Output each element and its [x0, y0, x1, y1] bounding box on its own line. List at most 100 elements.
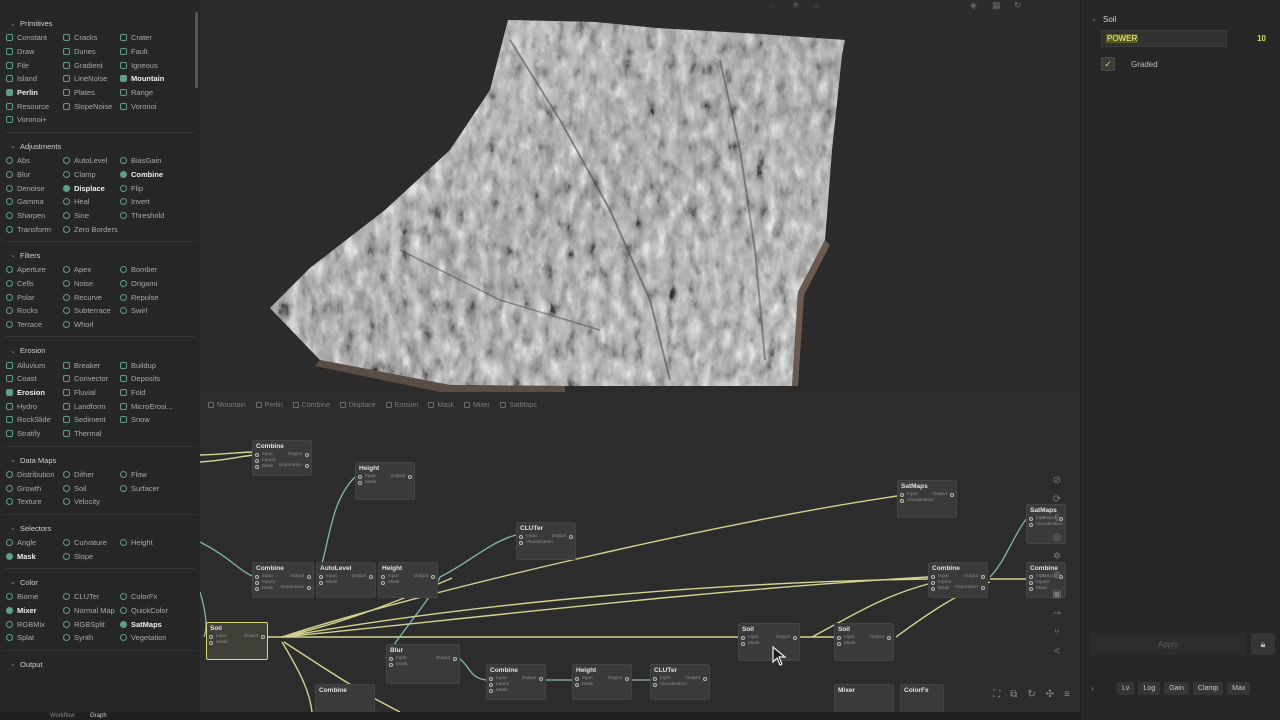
input-port[interactable]	[519, 541, 523, 545]
library-item[interactable]: Whorl	[63, 318, 120, 332]
library-item[interactable]: Heal	[63, 195, 120, 209]
graph-node-soil[interactable]: Soil Input Mask Output	[834, 623, 894, 661]
input-port[interactable]	[741, 642, 745, 646]
library-item[interactable]: Island	[6, 72, 63, 86]
input-port[interactable]	[255, 581, 259, 585]
input-port[interactable]	[1029, 581, 1033, 585]
graph-node-cluter[interactable]: CLUTer Input Visualization Output	[516, 522, 576, 560]
input-port[interactable]	[209, 641, 213, 645]
input-port[interactable]	[389, 657, 393, 661]
layers-icon[interactable]: ◈	[970, 0, 977, 11]
library-item[interactable]: CLUTer	[63, 590, 120, 604]
library-item[interactable]: Dither	[63, 468, 120, 482]
input-port[interactable]	[381, 581, 385, 585]
library-section-header[interactable]: ⌄ Primitives	[0, 16, 200, 31]
library-item[interactable]: Mixer	[6, 604, 63, 618]
network-icon[interactable]: ✣	[1046, 689, 1054, 700]
library-section-header[interactable]: ⌄ Output	[0, 657, 200, 672]
library-item[interactable]: Fluvial	[63, 386, 120, 400]
graph-node-combine[interactable]: Combine Input Input2 Mask Output Separation	[928, 562, 988, 598]
refresh-icon[interactable]: ↻	[1014, 0, 1022, 11]
terrain-render[interactable]	[200, 0, 1080, 392]
menu-icon[interactable]: ≡	[1064, 689, 1070, 700]
input-port[interactable]	[1029, 523, 1033, 527]
library-item[interactable]: Normal Map	[63, 604, 120, 618]
graph-tab[interactable]: Combine	[292, 398, 330, 412]
output-port[interactable]	[453, 657, 457, 661]
input-port[interactable]	[489, 683, 493, 687]
library-item[interactable]: Bomber	[120, 263, 186, 277]
library-item[interactable]: Gamma	[6, 195, 63, 209]
adjust-tab[interactable]: Gain	[1164, 682, 1189, 695]
node-graph[interactable]: Mountain Perlin Combine Displace Erosion Mask…	[200, 392, 1080, 712]
input-port[interactable]	[837, 636, 841, 640]
library-item[interactable]: Biome	[6, 590, 63, 604]
library-item[interactable]: Slope	[63, 549, 120, 563]
library-item[interactable]: Noise	[63, 277, 120, 291]
output-port[interactable]	[305, 464, 309, 468]
input-port[interactable]	[575, 677, 579, 681]
library-item[interactable]: File	[6, 58, 63, 72]
3d-viewport[interactable]: ◌ ✳ ○ ◈ ▦ ↻	[200, 0, 1080, 392]
graph-node-height[interactable]: Height Input Mask Output	[572, 664, 632, 700]
output-port[interactable]	[539, 677, 543, 681]
copy-icon[interactable]: ⧉	[1010, 689, 1017, 700]
output-port[interactable]	[793, 636, 797, 640]
input-port[interactable]	[931, 581, 935, 585]
library-item[interactable]: Landform	[63, 399, 120, 413]
library-item[interactable]: RockSlide	[6, 413, 63, 427]
library-item[interactable]: Recurve	[63, 290, 120, 304]
library-item[interactable]: Sharpen	[6, 209, 63, 223]
library-item[interactable]: QuickColor	[120, 604, 186, 618]
library-item[interactable]: Abs	[6, 154, 63, 168]
graph-node-cluter[interactable]: CLUTer Input Visualization Output	[650, 664, 710, 700]
output-port[interactable]	[431, 575, 435, 579]
power-value[interactable]: 10	[1257, 34, 1266, 43]
library-item[interactable]: RGBMix	[6, 617, 63, 631]
graph-node-combine[interactable]: Combine	[315, 684, 375, 712]
graph-node-soil[interactable]: Soil Input Mask Output	[738, 623, 800, 661]
library-item[interactable]: Displace	[63, 181, 120, 195]
library-scrollbar[interactable]	[195, 12, 198, 88]
library-item[interactable]: Repulse	[120, 290, 186, 304]
graph-tab[interactable]: Displace	[339, 398, 376, 412]
library-item[interactable]: Dunes	[63, 45, 120, 59]
target-icon[interactable]: ◎	[1050, 531, 1064, 544]
input-port[interactable]	[837, 642, 841, 646]
grid-icon[interactable]: ▦	[992, 0, 1001, 11]
input-port[interactable]	[931, 587, 935, 591]
pin-icon[interactable]: ⊸	[1050, 607, 1064, 620]
output-port[interactable]	[625, 677, 629, 681]
library-item[interactable]: Flow	[120, 468, 186, 482]
library-item[interactable]: Threshold	[120, 209, 186, 223]
graph-node-height[interactable]: Height Input Mask Output	[378, 562, 438, 598]
input-port[interactable]	[489, 677, 493, 681]
workflow-tab[interactable]: Workflow	[50, 713, 75, 719]
input-port[interactable]	[358, 481, 362, 485]
library-item[interactable]: SlopeNoise	[63, 99, 120, 113]
library-item[interactable]: Sediment	[63, 413, 120, 427]
graph-tab[interactable]: Graph	[90, 713, 107, 719]
sync-icon[interactable]: ⟳	[1050, 493, 1064, 506]
input-port[interactable]	[255, 453, 259, 457]
snapshot-icon[interactable]: ▣	[1050, 588, 1064, 601]
input-port[interactable]	[209, 635, 213, 639]
library-item[interactable]: Origami	[120, 277, 186, 291]
library-item[interactable]: Combine	[120, 168, 186, 182]
graph-tab[interactable]: Erosion	[385, 398, 418, 412]
graph-node-satmaps[interactable]: SatMaps Input Visualization Output	[897, 480, 957, 518]
library-item[interactable]: Subterrace	[63, 304, 120, 318]
power-field[interactable]: POWER	[1101, 30, 1227, 47]
library-item[interactable]: Growth	[6, 481, 63, 495]
graph-node-combine[interactable]: Combine Input Input2 Mask Output Separation	[252, 440, 312, 476]
library-item[interactable]: Terrace	[6, 318, 63, 332]
output-port[interactable]	[981, 575, 985, 579]
library-item[interactable]: Curvature	[63, 536, 120, 550]
library-item[interactable]: Deposits	[120, 372, 186, 386]
library-item[interactable]: Surfacer	[120, 481, 186, 495]
library-item[interactable]: Flip	[120, 181, 186, 195]
library-item[interactable]: Convector	[63, 372, 120, 386]
library-item[interactable]: Soil	[63, 481, 120, 495]
library-item[interactable]: Clamp	[63, 168, 120, 182]
input-port[interactable]	[255, 587, 259, 591]
